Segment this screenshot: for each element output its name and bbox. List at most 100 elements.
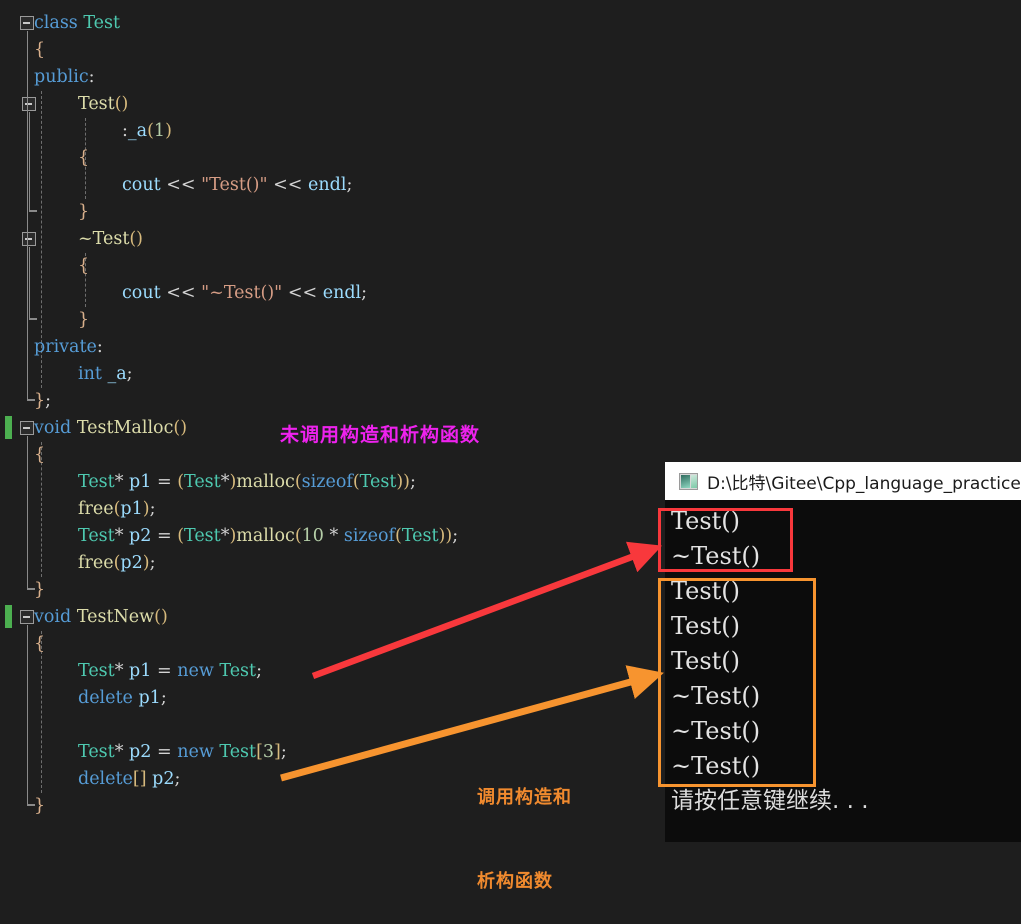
code-line[interactable]: int _a; [78,361,133,388]
code-token: () [154,607,168,627]
code-line[interactable]: free(p1); [78,496,155,523]
code-token: ; [410,472,416,492]
code-token: ; [452,526,459,546]
code-line[interactable]: { [78,145,89,172]
code-line[interactable]: private: [34,334,103,361]
code-token: ( [177,526,185,546]
code-line[interactable]: :_a(1) [122,118,172,145]
code-line[interactable]: } [34,577,45,604]
code-line[interactable]: } [78,307,89,334]
code-token: sizeof [343,526,396,546]
code-token: << [166,283,196,303]
code-line[interactable]: Test() [78,91,128,118]
code-token: ) [142,553,150,573]
code-line[interactable]: Test* p2 = new Test[3]; [78,739,287,766]
code-token: 10 [301,526,324,546]
code-line[interactable]: Test* p1 = new Test; [78,658,262,685]
code-line[interactable]: cout << "Test()" << endl; [122,172,352,199]
fold-toggle-icon[interactable] [20,16,34,30]
code-line[interactable]: { [78,253,89,280]
code-token: { [34,40,46,60]
code-token: ( [294,472,302,492]
code-line[interactable]: { [34,37,45,64]
code-token: [] [132,769,147,789]
code-token: { [34,445,46,465]
code-token: << [273,175,303,195]
code-token: Test [78,94,115,114]
code-token: void [34,607,72,627]
code-line[interactable]: } [34,793,45,820]
code-token: ( [395,526,402,546]
code-token: { [34,634,46,654]
code-line[interactable]: void TestNew() [34,604,168,631]
code-line[interactable]: Test* p2 = (Test*)malloc(10 * sizeof(Tes… [78,523,458,550]
fold-region-line [26,625,28,804]
code-token: class [34,13,84,33]
code-token: _a [127,121,148,141]
code-token: ) [165,121,172,141]
code-line[interactable]: public: [34,64,95,91]
code-line[interactable]: cout << "~Test()" << endl; [122,280,367,307]
code-line[interactable]: Test* p1 = (Test*)malloc(sizeof(Test)); [78,469,416,496]
code-token: Test [219,661,257,681]
code-token: sizeof [301,472,353,492]
code-token: )) [396,472,411,492]
code-token: () [114,94,129,114]
code-token: ; [346,175,353,195]
code-token: delete [78,769,133,789]
code-line[interactable]: { [34,631,45,658]
fold-toggle-icon[interactable] [22,97,36,111]
code-line[interactable]: }; [34,388,51,415]
code-line[interactable]: ~Test() [78,226,143,253]
code-token: ; [45,391,52,411]
fold-toggle-icon[interactable] [20,610,34,624]
fold-toggle-icon[interactable] [22,232,36,246]
code-token: p2 [129,526,152,546]
annotation-new-note-line2: 析构函数 [477,871,553,892]
code-token: << [166,175,196,195]
code-line[interactable]: } [78,199,89,226]
code-token: p1 [120,499,143,519]
code-token: Test [83,13,121,33]
code-line[interactable]: free(p2); [78,550,155,577]
code-token: private [34,337,97,357]
code-token: new [177,742,214,762]
fold-toggle-icon[interactable] [20,421,34,435]
code-token: : [96,337,103,357]
code-token: ( [177,472,185,492]
code-token: << [287,283,318,303]
code-token: p2 [120,553,143,573]
code-token: ( [294,526,302,546]
code-token: ; [361,283,368,303]
code-token: TestNew [76,607,155,627]
code-line[interactable]: delete[] p2; [78,766,180,793]
code-token: ; [126,364,133,384]
code-token: free [78,499,114,519]
code-token: endl [322,283,362,303]
console-title-bar[interactable]: D:\比特\Gitee\Cpp_language_practice [665,462,1021,500]
code-token: } [78,202,90,222]
code-line[interactable]: void TestMalloc() [34,415,187,442]
code-line[interactable]: delete p1; [78,685,167,712]
code-line[interactable]: class Test [34,10,120,37]
code-token: Test [78,742,115,762]
code-token: } [34,391,46,411]
code-token: = [156,661,172,681]
annotation-malloc-note: 未调用构造和析构函数 [280,424,481,446]
code-token: [ [256,742,263,762]
change-bar [5,416,12,439]
fold-region-line [26,436,28,588]
code-line[interactable]: { [34,442,45,469]
code-token: } [78,310,90,330]
code-token: } [34,796,46,816]
console-window-icon [679,472,698,490]
code-token: Test [78,472,115,492]
code-token: 1 [153,121,166,141]
code-token: 3 [262,742,275,762]
code-token: _a [107,364,127,384]
code-token: { [78,148,90,168]
code-token: ; [149,499,156,519]
code-token: endl [308,175,347,195]
code-token: malloc [236,472,295,492]
annotation-new-note: 调用构造和 析构函数 [477,728,572,924]
